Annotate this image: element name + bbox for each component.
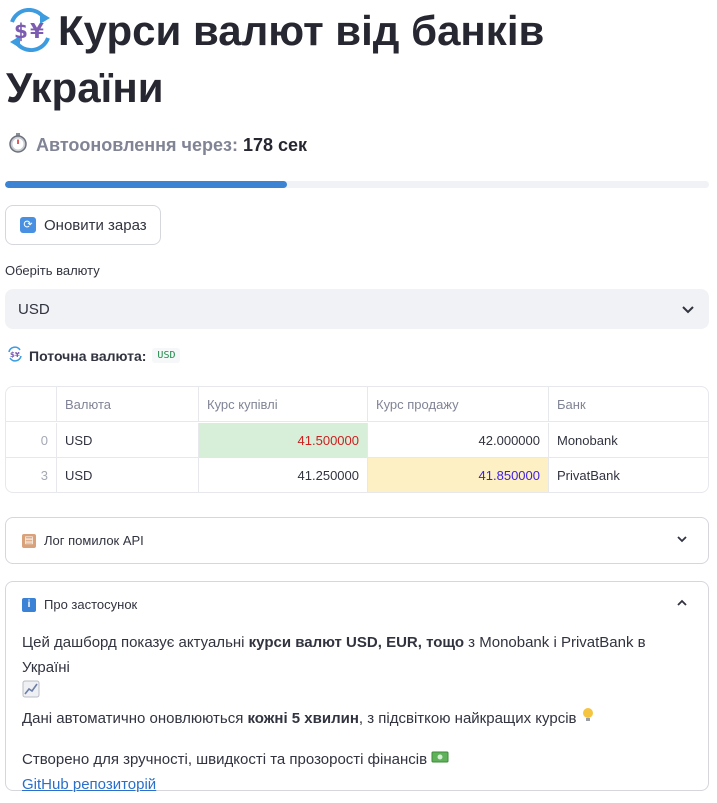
error-log-label: Лог помилок API xyxy=(44,533,144,548)
currency-exchange-icon: $¥ xyxy=(7,346,23,365)
table-row: 3 USD 41.250000 41.850000 PrivatBank xyxy=(6,458,708,492)
column-header-buy[interactable]: Курс купівлі xyxy=(199,387,368,422)
table-header-row: Валюта Курс купівлі Курс продажу Банк xyxy=(6,387,708,422)
currency-exchange-icon: $ ¥ xyxy=(6,7,58,65)
current-currency: $¥ Поточна валюта: USD xyxy=(7,346,181,365)
current-currency-code: USD xyxy=(152,348,181,363)
column-header-currency[interactable]: Валюта xyxy=(57,387,199,422)
row-index[interactable]: 3 xyxy=(6,458,57,492)
column-header-bank[interactable]: Банк xyxy=(549,387,708,422)
cell-sell-rate[interactable]: 42.000000 xyxy=(368,423,549,458)
row-index[interactable]: 0 xyxy=(6,423,57,458)
refresh-icon: ⟳ xyxy=(20,217,36,233)
money-icon xyxy=(431,747,449,772)
countdown-value: 178 сек xyxy=(242,134,308,155)
cell-currency[interactable]: USD xyxy=(57,458,199,492)
currency-select-value: USD xyxy=(18,300,50,318)
table-row: 0 USD 41.500000 42.000000 Monobank xyxy=(6,423,708,458)
chevron-up-icon xyxy=(676,597,688,612)
about-paragraph-2: Дані автоматично оновлюються кожні 5 хви… xyxy=(22,706,692,731)
page-title-line2: України xyxy=(6,64,164,111)
cell-currency[interactable]: USD xyxy=(57,423,199,458)
about-text: Дані автоматично оновлюються xyxy=(22,710,248,727)
column-header-sell[interactable]: Курс продажу xyxy=(368,387,549,422)
refresh-progress-fill xyxy=(5,181,287,188)
autorefresh-countdown: Автооновлення через: 178 сек xyxy=(8,132,307,158)
svg-text:$¥: $¥ xyxy=(10,351,20,359)
cell-sell-rate-best[interactable]: 41.850000 xyxy=(368,458,549,492)
about-paragraph-1: Цей дашборд показує актуальні курси валю… xyxy=(22,630,692,706)
chart-increasing-icon xyxy=(22,680,40,706)
cell-bank[interactable]: PrivatBank xyxy=(549,458,708,492)
about-label: Про застосунок xyxy=(44,597,138,612)
about-text: Створено для зручності, швидкості та про… xyxy=(22,751,428,768)
stopwatch-icon xyxy=(8,132,28,158)
github-repo-link[interactable]: GitHub репозиторій xyxy=(22,776,156,793)
about-text-bold: курси валют USD, EUR, тощо xyxy=(248,634,465,651)
refresh-now-button[interactable]: ⟳ Оновити зараз xyxy=(5,205,161,245)
page-title-line1: Курси валют від банків xyxy=(58,7,545,54)
chevron-down-icon xyxy=(676,533,688,548)
info-icon: i xyxy=(22,597,36,612)
about-expander-header[interactable]: i Про застосунок xyxy=(6,582,708,627)
page-title: $ ¥ Курси валют від банків України xyxy=(6,4,706,115)
about-text: , з підсвіткою найкращих курсів xyxy=(358,710,577,727)
about-content: Цей дашборд показує актуальні курси валю… xyxy=(6,627,708,797)
error-log-expander-header[interactable]: ▤ Лог помилок API xyxy=(6,518,708,563)
current-currency-label: Поточна валюта: xyxy=(29,347,147,364)
about-text-bold: кожні 5 хвилин xyxy=(247,710,359,727)
clipboard-icon: ▤ xyxy=(22,533,36,548)
light-bulb-icon xyxy=(581,706,595,731)
currency-select-label: Оберіть валюту xyxy=(5,263,100,278)
chevron-down-icon xyxy=(681,302,695,316)
about-expander: i Про застосунок Цей дашборд показує акт… xyxy=(5,581,709,793)
cell-bank[interactable]: Monobank xyxy=(549,423,708,458)
countdown-label: Автооновлення через: xyxy=(36,134,238,155)
about-paragraph-3: Створено для зручності, швидкості та про… xyxy=(22,747,692,772)
currency-select[interactable]: USD xyxy=(5,289,709,329)
about-text: Цей дашборд показує актуальні xyxy=(22,634,249,651)
svg-text:$: $ xyxy=(14,19,28,43)
svg-text:¥: ¥ xyxy=(30,19,44,43)
error-log-expander: ▤ Лог помилок API xyxy=(5,517,709,564)
column-header-index[interactable] xyxy=(6,387,57,422)
refresh-now-label: Оновити зараз xyxy=(44,216,147,234)
refresh-progress-bar xyxy=(5,181,709,188)
cell-buy-rate[interactable]: 41.250000 xyxy=(199,458,368,492)
rates-table[interactable]: Валюта Курс купівлі Курс продажу Банк 0 … xyxy=(5,386,709,493)
cell-buy-rate-best[interactable]: 41.500000 xyxy=(199,423,368,458)
